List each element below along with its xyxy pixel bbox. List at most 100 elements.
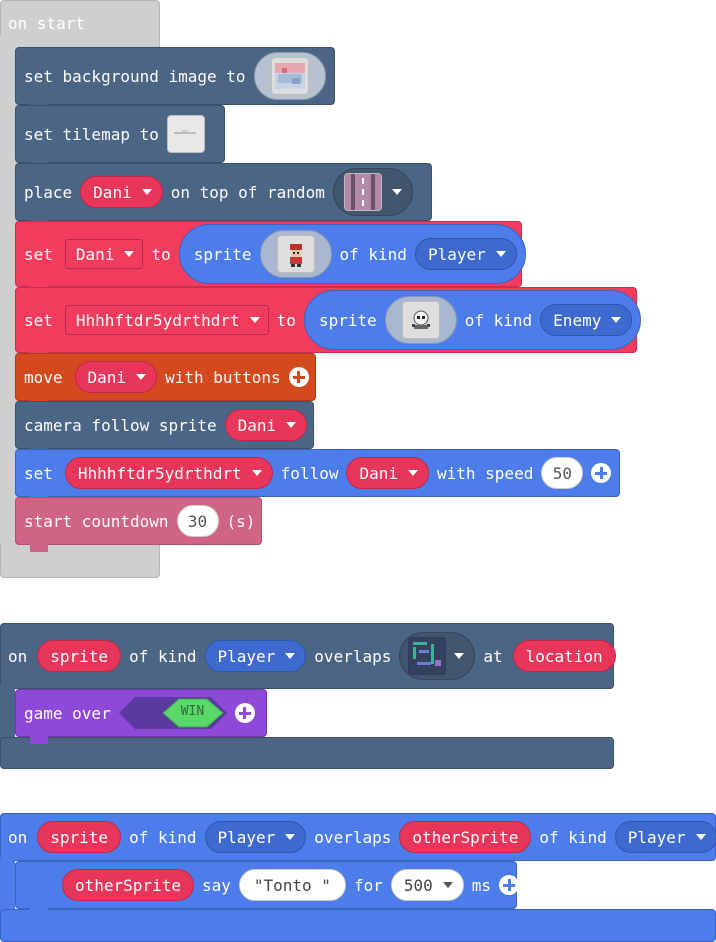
chevron-down-icon <box>611 317 622 323</box>
of-kind-label: of kind <box>129 646 197 666</box>
say-text-input[interactable]: "Tonto " <box>238 869 346 901</box>
other-sprite-reporter[interactable]: otherSprite <box>62 869 194 901</box>
move-sprite-value: Dani <box>87 367 127 387</box>
camera-follow-label: camera follow sprite <box>24 415 217 435</box>
follower-sprite-value: Hhhhftdr5ydrthdrt <box>77 463 242 483</box>
kind-value: Player <box>427 244 486 264</box>
dani-variable-value: Dani <box>75 244 115 264</box>
expand-plus-icon[interactable] <box>288 367 309 387</box>
kind-dropdown-player[interactable]: Player <box>204 821 307 853</box>
set-tilemap-label: set tilemap to <box>24 124 159 144</box>
place-label: place <box>24 182 73 202</box>
chevron-down-icon <box>124 251 135 257</box>
chevron-down-icon <box>251 470 262 476</box>
kind-dropdown-player[interactable]: Player <box>204 640 307 672</box>
follow-label: follow <box>280 463 339 483</box>
player-image-picker[interactable] <box>259 230 332 278</box>
win-label: WIN <box>180 704 205 719</box>
on-label: on <box>8 827 28 847</box>
chevron-down-icon <box>695 834 706 840</box>
other-sprite-reporter-label: otherSprite <box>75 875 181 895</box>
camera-sprite-value: Dani <box>237 415 277 435</box>
set-label: set <box>24 244 53 264</box>
kind-value-2: Player <box>627 827 686 847</box>
chevron-down-icon <box>285 834 296 840</box>
overlaps-label: overlaps <box>314 646 392 666</box>
for-label: for <box>353 875 383 895</box>
duration-dropdown[interactable]: 500 <box>390 869 464 901</box>
kind-value: Enemy <box>553 310 602 330</box>
dani-variable-dropdown[interactable]: Dani <box>64 239 144 269</box>
tile-picker[interactable] <box>399 632 476 680</box>
chevron-down-icon <box>141 189 152 195</box>
game-over-label: game over <box>24 703 111 723</box>
location-parameter[interactable]: location <box>512 640 616 672</box>
set-label: set <box>24 310 53 330</box>
on-label: on <box>8 646 28 666</box>
chevron-down-icon <box>495 251 506 257</box>
create-sprite-reporter[interactable]: sprite of kind Enemy <box>303 290 642 350</box>
location-parameter-label: location <box>525 646 603 666</box>
tile-thumbnail-icon <box>343 173 382 211</box>
follower-sprite-dropdown[interactable]: Hhhhftdr5ydrthdrt <box>64 457 273 489</box>
to-label: to <box>151 244 171 264</box>
chevron-down-icon <box>408 470 418 476</box>
move-label: move <box>24 367 63 387</box>
on-start-label: on start <box>8 13 86 33</box>
chevron-down-icon <box>454 653 465 659</box>
sprite-parameter[interactable]: sprite <box>37 821 122 853</box>
sprite-parameter-label: sprite <box>50 646 109 666</box>
chevron-down-icon <box>136 374 147 380</box>
tilemap-thumbnail-icon[interactable] <box>166 115 205 153</box>
expand-plus-icon[interactable] <box>591 463 612 483</box>
background-image-picker[interactable] <box>253 52 326 100</box>
tile-picker[interactable] <box>332 168 413 216</box>
to-label: to <box>276 310 296 330</box>
kind-value: Player <box>217 827 276 847</box>
chevron-down-icon <box>286 422 297 428</box>
win-boolean-slot[interactable]: WIN <box>118 697 227 729</box>
expand-plus-icon[interactable] <box>234 703 255 723</box>
target-sprite-value: Dani <box>359 463 398 483</box>
background-image-thumbnail-icon <box>270 57 309 95</box>
sprite-label: sprite <box>193 244 252 264</box>
on-top-of-random-label: on top of random <box>170 182 325 202</box>
chevron-down-icon <box>285 653 296 659</box>
sprite-parameter-label: sprite <box>50 827 109 847</box>
player-sprite-thumbnail-icon <box>276 235 315 273</box>
overlaps-label: overlaps <box>314 827 392 847</box>
move-sprite-dropdown[interactable]: Dani <box>74 361 158 393</box>
chevron-down-icon <box>442 882 453 888</box>
seconds-unit-label: (s) <box>226 511 256 531</box>
enemy-image-picker[interactable] <box>384 296 457 344</box>
say-label: say <box>201 875 231 895</box>
chevron-down-icon <box>391 189 402 195</box>
expand-plus-icon[interactable] <box>499 875 520 895</box>
camera-sprite-dropdown[interactable]: Dani <box>224 409 308 441</box>
other-sprite-parameter[interactable]: otherSprite <box>399 821 532 853</box>
create-sprite-reporter[interactable]: sprite of kind Player <box>178 224 526 284</box>
tile-thumbnail-icon <box>408 637 447 675</box>
enemy-sprite-thumbnail-icon <box>401 301 440 339</box>
sprite-label: sprite <box>318 310 377 330</box>
kind-value: Player <box>217 646 276 666</box>
speed-input[interactable]: 50 <box>541 457 584 489</box>
enemy-variable-dropdown[interactable]: Hhhhftdr5ydrthdrt <box>64 305 269 335</box>
place-sprite-dropdown[interactable]: Dani <box>80 176 163 208</box>
set-background-label: set background image to <box>24 66 246 86</box>
kind-dropdown-enemy[interactable]: Enemy <box>540 304 633 336</box>
countdown-seconds-input[interactable]: 30 <box>176 505 219 537</box>
target-sprite-dropdown[interactable]: Dani <box>346 457 429 489</box>
start-countdown-label: start countdown <box>24 511 169 531</box>
enemy-variable-value: Hhhhftdr5ydrthdrt <box>75 310 240 330</box>
duration-value: 500 <box>403 875 433 895</box>
kind-dropdown-player[interactable]: Player <box>414 238 517 270</box>
with-buttons-label: with buttons <box>165 367 281 387</box>
with-speed-label: with speed <box>437 463 534 483</box>
place-sprite-value: Dani <box>93 182 132 202</box>
of-kind-label: of kind <box>129 827 197 847</box>
sprite-parameter[interactable]: sprite <box>37 640 122 672</box>
kind-dropdown-player-2[interactable]: Player <box>614 821 716 853</box>
at-label: at <box>483 646 503 666</box>
ms-label: ms <box>471 875 492 895</box>
